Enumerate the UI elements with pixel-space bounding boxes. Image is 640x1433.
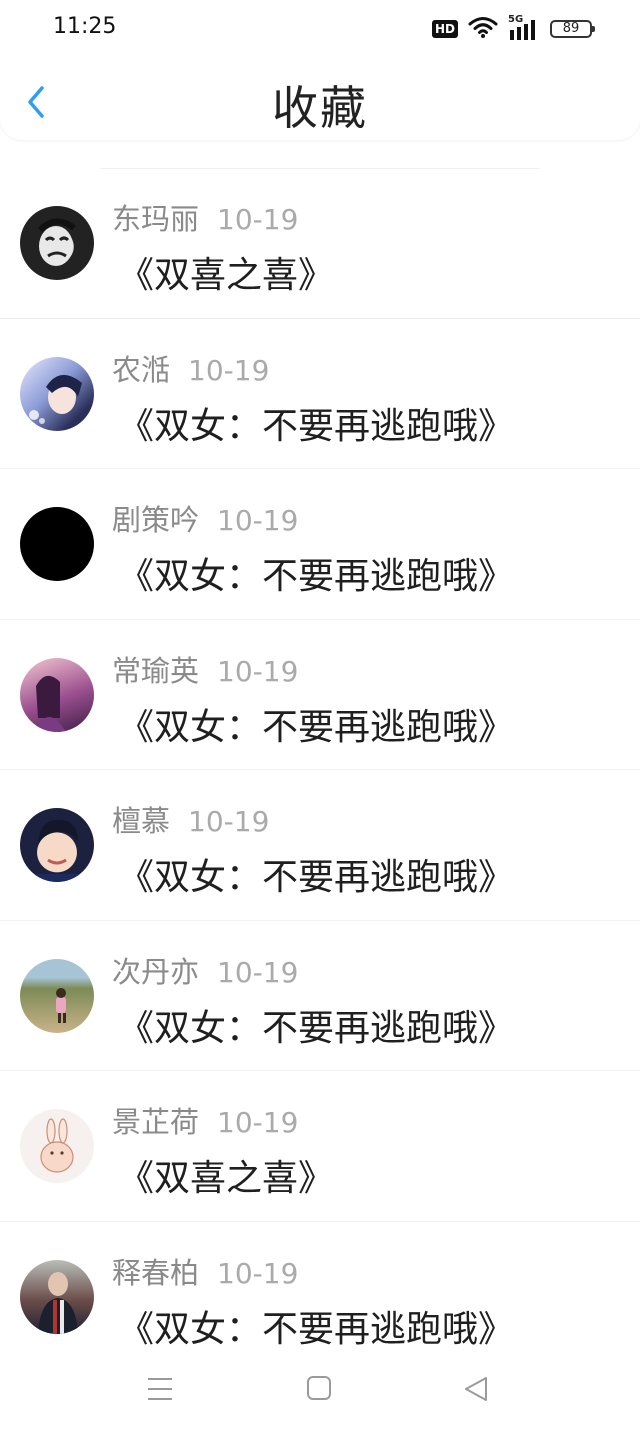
list-item[interactable]: 檀慕 10-19 《双女：不要再逃跑哦》 [0,770,640,921]
book-title: 《双喜之喜》 [118,1158,335,1199]
item-date: 10-19 [217,1256,299,1290]
avatar[interactable] [20,958,94,1033]
avatar[interactable] [20,1259,94,1334]
item-meta: 常瑜英 10-19 [112,648,298,690]
hd-icon: HD [431,20,458,38]
user-name: 东玛丽 [112,202,200,236]
book-title: 《双女：不要再逃跑哦》 [118,405,515,447]
user-name: 次丹亦 [112,954,200,989]
avatar[interactable] [20,507,94,581]
favorites-list: 东玛丽 10-19 《双喜之喜》 农湉 10-19 《双女：不要再逃跑哦》 剧策吟 1… [0,168,640,1372]
user-name: 农湉 [112,352,171,387]
item-date: 10-19 [217,654,299,688]
item-date: 10-19 [217,504,299,537]
list-item[interactable]: 次丹亦 10-19 《双女：不要再逃跑哦》 [0,921,640,1071]
list-item[interactable]: 东玛丽 10-19 《双喜之喜》 [0,168,640,319]
avatar[interactable] [20,657,94,732]
user-name: 释春柏 [112,1255,200,1290]
menu-icon [148,1378,172,1400]
user-name: 景芷荷 [112,1105,200,1139]
top-bar: 11:25 HD 5G 89 收藏 [0,0,640,140]
item-meta: 释春柏 10-19 [112,1250,298,1292]
book-title: 《双女：不要再逃跑哦》 [118,1007,515,1049]
system-back-button[interactable] [456,1373,496,1405]
menu-button[interactable] [140,1373,180,1405]
item-date: 10-19 [217,203,299,236]
back-triangle-icon [465,1377,487,1401]
item-meta: 东玛丽 10-19 [112,196,298,238]
book-title: 《双女：不要再逃跑哦》 [118,556,515,597]
signal-icon: 5G [508,14,540,40]
home-square-icon [307,1376,331,1400]
page-title: 收藏 [272,81,368,135]
avatar[interactable] [20,1109,94,1183]
wifi-icon [468,16,498,42]
book-title: 《双女：不要再逃跑哦》 [118,1308,515,1350]
list-item[interactable]: 农湉 10-19 《双女：不要再逃跑哦》 [0,319,640,469]
list-item[interactable]: 剧策吟 10-19 《双女：不要再逃跑哦》 [0,469,640,620]
item-date: 10-19 [217,955,299,989]
list-item[interactable]: 景芷荷 10-19 《双喜之喜》 [0,1071,640,1222]
avatar[interactable] [20,206,94,280]
item-meta: 剧策吟 10-19 [112,497,298,539]
list-item[interactable]: 常瑜英 10-19 《双女：不要再逃跑哦》 [0,620,640,770]
book-title: 《双女：不要再逃跑哦》 [118,706,515,748]
item-date: 10-19 [217,1106,299,1139]
book-title: 《双喜之喜》 [118,255,335,296]
item-meta: 农湉 10-19 [112,347,269,389]
avatar[interactable] [20,356,94,431]
status-time: 11:25 [53,14,117,39]
user-name: 常瑜英 [112,653,200,688]
home-button[interactable] [299,1373,339,1405]
status-icons: HD 5G 89 [431,14,595,42]
item-meta: 景芷荷 10-19 [112,1099,298,1141]
user-name: 檀慕 [112,804,171,838]
battery-indicator: 89 [550,20,595,38]
item-date: 10-19 [188,805,270,838]
avatar[interactable] [20,808,94,882]
item-date: 10-19 [188,353,270,387]
system-nav-bar [0,1345,640,1433]
user-name: 剧策吟 [112,503,200,537]
item-meta: 次丹亦 10-19 [112,949,298,991]
book-title: 《双女：不要再逃跑哦》 [118,857,515,898]
item-meta: 檀慕 10-19 [112,798,269,840]
